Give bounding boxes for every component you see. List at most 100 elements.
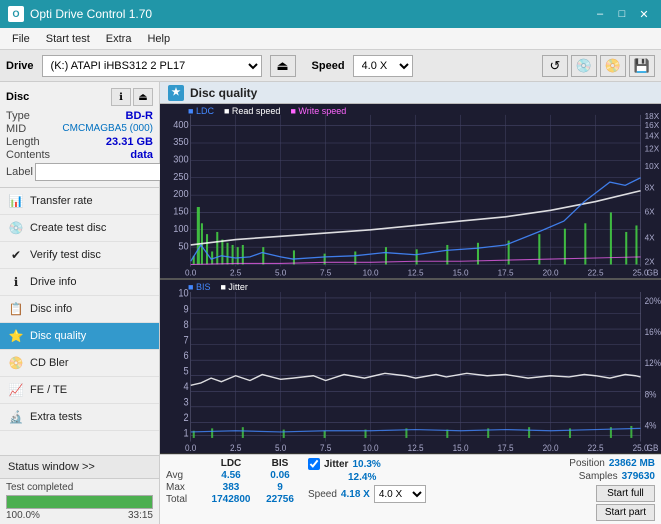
speed-row: Speed 4.18 X 4.0 X xyxy=(308,485,426,503)
svg-text:GB: GB xyxy=(647,442,659,453)
svg-text:350: 350 xyxy=(173,137,188,148)
menu-file[interactable]: File xyxy=(4,31,38,47)
sidebar-item-drive-info[interactable]: ℹ Drive info xyxy=(0,269,159,296)
svg-text:10.0: 10.0 xyxy=(363,442,379,453)
position-section: Position 23862 MB Samples 379630 xyxy=(569,458,655,482)
toolbar-disc1[interactable]: 💿 xyxy=(571,55,597,77)
drive-bar: Drive (K:) ATAPI iHBS312 2 PL17 ⏏ Speed … xyxy=(0,50,661,82)
start-part-button[interactable]: Start part xyxy=(596,504,655,521)
svg-text:16X: 16X xyxy=(645,120,660,130)
jitter-speed-section: Jitter 10.3% 12.4% Speed 4.18 X 4.0 X xyxy=(308,458,426,503)
svg-text:GB: GB xyxy=(647,267,659,277)
svg-text:12.5: 12.5 xyxy=(408,442,424,453)
svg-text:12.5: 12.5 xyxy=(408,267,424,277)
position-label: Position xyxy=(569,458,605,469)
svg-text:8%: 8% xyxy=(645,388,657,399)
stats-total-ldc: 1742800 xyxy=(206,494,256,505)
svg-text:300: 300 xyxy=(173,154,188,165)
stats-avg-bis: 0.06 xyxy=(260,470,300,481)
menu-start-test[interactable]: Start test xyxy=(38,31,98,47)
title-bar: O Opti Drive Control 1.70 – □ ✕ xyxy=(0,0,661,28)
disc-icon-info[interactable]: ℹ xyxy=(111,88,131,106)
drive-info-label: Drive info xyxy=(30,276,76,288)
svg-text:12%: 12% xyxy=(645,357,661,368)
maximize-button[interactable]: □ xyxy=(613,5,631,23)
svg-text:5: 5 xyxy=(184,365,190,377)
stats-max-row: Max 383 9 xyxy=(166,482,300,493)
sidebar-item-fe-te[interactable]: 📈 FE / TE xyxy=(0,377,159,404)
progress-info: 100.0% 33:15 xyxy=(6,510,153,521)
verify-test-disc-label: Verify test disc xyxy=(30,249,101,261)
sidebar-item-transfer-rate[interactable]: 📊 Transfer rate xyxy=(0,188,159,215)
svg-text:8X: 8X xyxy=(645,183,655,193)
sidebar-item-verify-test-disc[interactable]: ✔ Verify test disc xyxy=(0,242,159,269)
svg-text:10.0: 10.0 xyxy=(363,267,379,277)
close-button[interactable]: ✕ xyxy=(635,5,653,23)
jitter-max: 12.4% xyxy=(348,472,376,483)
sidebar-progress-fill xyxy=(7,496,152,508)
disc-info-label: Disc info xyxy=(30,303,72,315)
sidebar-item-disc-quality[interactable]: ⭐ Disc quality xyxy=(0,323,159,350)
svg-text:7.5: 7.5 xyxy=(320,267,332,277)
bottom-chart-legend: ■ BIS ■ Jitter xyxy=(188,282,248,292)
jitter-row: Jitter 10.3% xyxy=(308,458,426,470)
svg-text:22.5: 22.5 xyxy=(588,442,604,453)
stats-footer: LDC BIS Avg 4.56 0.06 Max 383 9 xyxy=(160,454,661,524)
sidebar: Disc ℹ ⏏ Type BD-R MID CMCMAGBA5 (000) L… xyxy=(0,82,160,524)
sidebar-progress-bar xyxy=(6,495,153,509)
speed-select-stats[interactable]: 4.0 X xyxy=(374,485,426,503)
sidebar-item-create-test-disc[interactable]: 💿 Create test disc xyxy=(0,215,159,242)
menu-help[interactable]: Help xyxy=(139,31,178,47)
svg-text:17.5: 17.5 xyxy=(498,267,514,277)
disc-length-key: Length xyxy=(6,136,40,148)
stats-header-blank xyxy=(166,458,202,469)
drive-select[interactable]: (K:) ATAPI iHBS312 2 PL17 xyxy=(42,55,262,77)
app-title: Opti Drive Control 1.70 xyxy=(30,7,152,21)
svg-text:250: 250 xyxy=(173,172,188,183)
svg-text:12X: 12X xyxy=(645,143,660,153)
sidebar-item-cd-bler[interactable]: 📀 CD Bler xyxy=(0,350,159,377)
extra-tests-icon: 🔬 xyxy=(8,409,24,425)
extra-tests-label: Extra tests xyxy=(30,411,82,423)
disc-length-row: Length 23.31 GB xyxy=(6,136,153,148)
minimize-button[interactable]: – xyxy=(591,5,609,23)
speed-value: 4.18 X xyxy=(341,489,370,500)
status-window[interactable]: Status window >> xyxy=(0,455,159,478)
bottom-chart: ■ BIS ■ Jitter xyxy=(160,280,661,455)
legend-bis: ■ BIS xyxy=(188,282,210,292)
jitter-checkbox[interactable] xyxy=(308,458,320,470)
sidebar-item-disc-info[interactable]: 📋 Disc info xyxy=(0,296,159,323)
menu-extra[interactable]: Extra xyxy=(98,31,140,47)
stats-total-label: Total xyxy=(166,494,202,505)
toolbar-refresh[interactable]: ↺ xyxy=(542,55,568,77)
disc-title: Disc xyxy=(6,91,29,103)
stats-avg-label: Avg xyxy=(166,470,202,481)
stats-avg-ldc: 4.56 xyxy=(206,470,256,481)
disc-quality-icon: ⭐ xyxy=(8,328,24,344)
jitter-max-pad xyxy=(308,472,344,483)
disc-section: Disc ℹ ⏏ Type BD-R MID CMCMAGBA5 (000) L… xyxy=(0,82,159,188)
samples-row: Samples 379630 xyxy=(579,471,655,482)
disc-header: Disc ℹ ⏏ xyxy=(6,88,153,106)
disc-length-value: 23.31 GB xyxy=(106,136,153,148)
svg-text:4%: 4% xyxy=(645,419,657,430)
fe-te-icon: 📈 xyxy=(8,382,24,398)
svg-text:400: 400 xyxy=(173,120,188,131)
disc-icon-eject[interactable]: ⏏ xyxy=(133,88,153,106)
eject-button[interactable]: ⏏ xyxy=(270,55,296,77)
status-window-label: Status window >> xyxy=(8,461,95,473)
legend-ldc: ■ LDC xyxy=(188,106,214,116)
toolbar-save[interactable]: 💾 xyxy=(629,55,655,77)
speed-select[interactable]: 4.0 X xyxy=(353,55,413,77)
svg-text:0.0: 0.0 xyxy=(185,267,197,277)
drive-info-icon: ℹ xyxy=(8,274,24,290)
transfer-rate-label: Transfer rate xyxy=(30,195,93,207)
disc-contents-key: Contents xyxy=(6,149,50,161)
svg-text:20.0: 20.0 xyxy=(543,442,559,453)
toolbar-disc2[interactable]: 📀 xyxy=(600,55,626,77)
svg-text:5.0: 5.0 xyxy=(275,442,286,453)
sidebar-item-extra-tests[interactable]: 🔬 Extra tests xyxy=(0,404,159,431)
disc-label-input[interactable] xyxy=(35,163,173,181)
start-full-button[interactable]: Start full xyxy=(596,485,655,502)
speed-label: Speed xyxy=(312,60,345,72)
